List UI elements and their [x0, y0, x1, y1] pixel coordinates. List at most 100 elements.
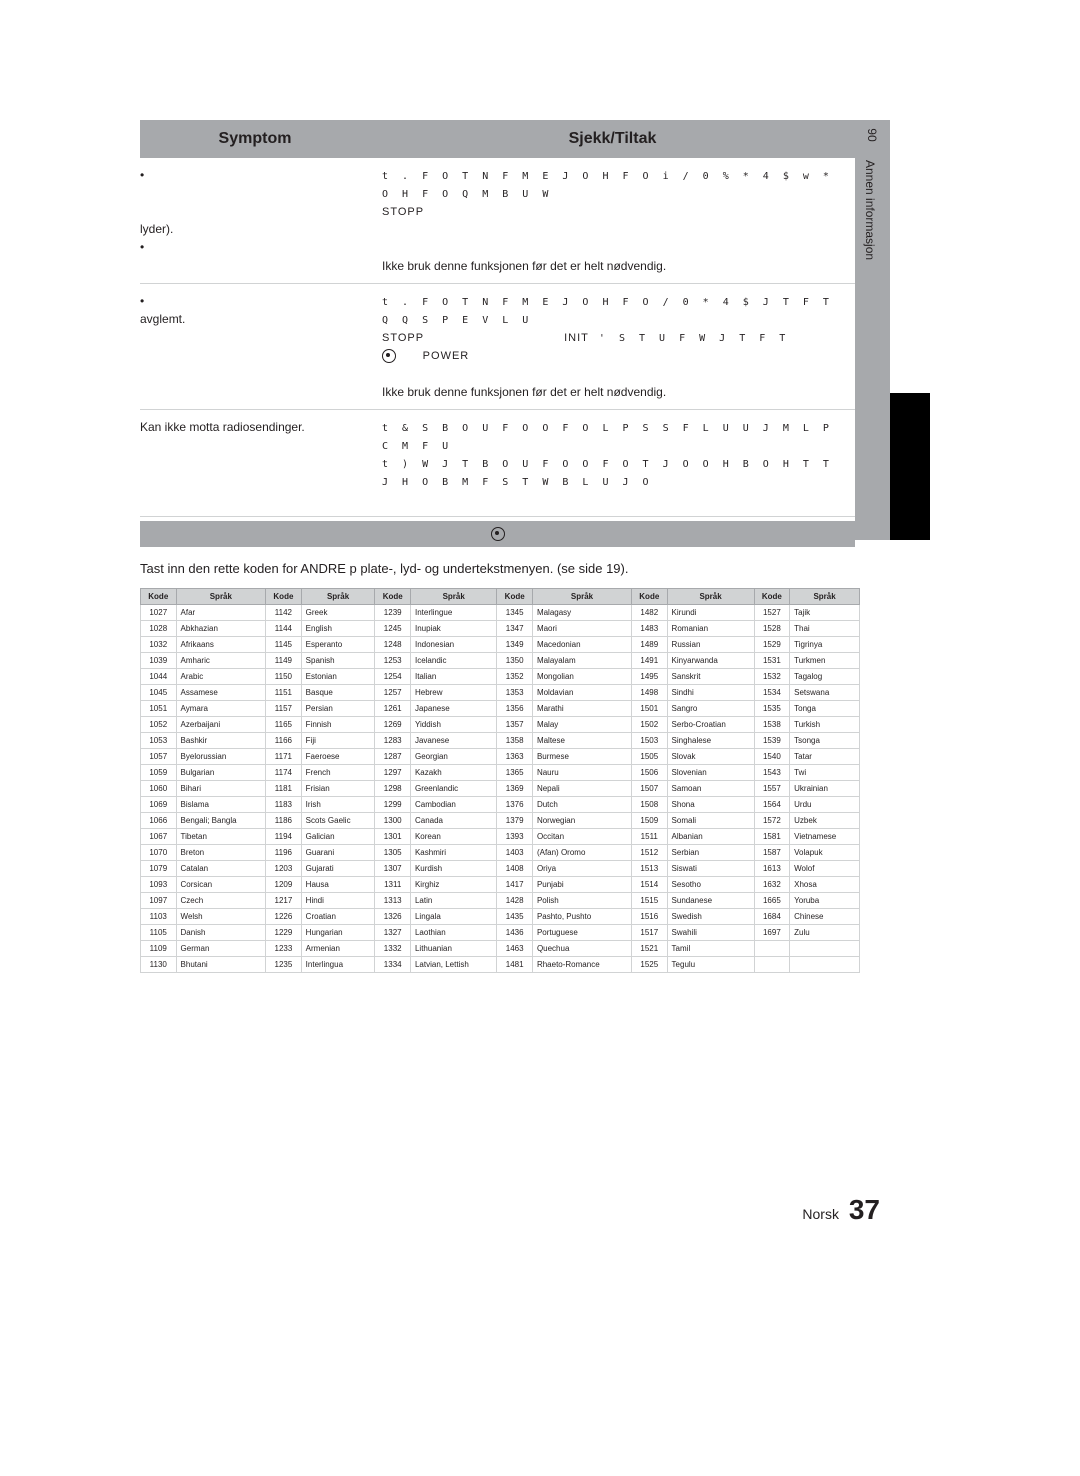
code-cell: 1313	[375, 893, 411, 909]
code-cell: 1408	[497, 861, 533, 877]
code-cell: 1311	[375, 877, 411, 893]
code-cell: 1261	[375, 701, 411, 717]
code-cell: 1334	[375, 957, 411, 973]
table-row: 1051Aymara1157Persian1261Japanese1356Mar…	[141, 701, 860, 717]
lang-cell: Ukrainian	[790, 781, 860, 797]
table-row: 1069Bislama1183Irish1299Cambodian1376Dut…	[141, 797, 860, 813]
lang-cell: Twi	[790, 765, 860, 781]
code-cell: 1070	[141, 845, 177, 861]
code-cell: 1157	[266, 701, 302, 717]
lang-cell: Kazakh	[410, 765, 496, 781]
symptom-text: lyder).	[140, 222, 173, 236]
code-cell: 1697	[754, 925, 790, 941]
table-row: 1130Bhutani1235Interlingua1334Latvian, L…	[141, 957, 860, 973]
table-row: 1066Bengali; Bangla1186Scots Gaelic1300C…	[141, 813, 860, 829]
code-cell: 1513	[632, 861, 668, 877]
code-cell: 1066	[141, 813, 177, 829]
code-cell: 1587	[754, 845, 790, 861]
lang-cell: Tagalog	[790, 669, 860, 685]
warning-text: Ikke bruk denne funksjonen før det er he…	[382, 385, 666, 399]
lang-cell: Serbo-Croatian	[667, 717, 754, 733]
code-cell: 1515	[632, 893, 668, 909]
code-cell: 1171	[266, 749, 302, 765]
code-cell: 1150	[266, 669, 302, 685]
code-cell: 1428	[497, 893, 533, 909]
hdr-code: Kode	[375, 589, 411, 605]
code-cell: 1229	[266, 925, 302, 941]
lang-cell: Burmese	[532, 749, 631, 765]
code-cell: 1543	[754, 765, 790, 781]
code-cell: 1532	[754, 669, 790, 685]
hdr-code: Kode	[632, 589, 668, 605]
lang-cell: Czech	[176, 893, 266, 909]
lang-cell: Basque	[301, 685, 375, 701]
lang-cell: Scots Gaelic	[301, 813, 375, 829]
table-row: 1109German1233Armenian1332Lithuanian1463…	[141, 941, 860, 957]
lang-cell: Siswati	[667, 861, 754, 877]
lang-cell: Tonga	[790, 701, 860, 717]
code-cell: 1613	[754, 861, 790, 877]
lang-cell: Interlingue	[410, 605, 496, 621]
code-cell: 1298	[375, 781, 411, 797]
code-cell: 1376	[497, 797, 533, 813]
code-cell: 1535	[754, 701, 790, 717]
lang-cell: Catalan	[176, 861, 266, 877]
lang-cell: Portuguese	[532, 925, 631, 941]
lang-cell: Bhutani	[176, 957, 266, 973]
lang-cell: Tajik	[790, 605, 860, 621]
lang-cell: Bihari	[176, 781, 266, 797]
code-cell: 1528	[754, 621, 790, 637]
bullet-icon: •	[140, 238, 154, 256]
code-cell: 1174	[266, 765, 302, 781]
code-cell: 1039	[141, 653, 177, 669]
lang-cell: Abkhazian	[176, 621, 266, 637]
lang-cell: Bulgarian	[176, 765, 266, 781]
lang-cell: Aymara	[176, 701, 266, 717]
code-cell: 1345	[497, 605, 533, 621]
lang-cell: Sesotho	[667, 877, 754, 893]
lang-cell: Romanian	[667, 621, 754, 637]
lang-cell: Danish	[176, 925, 266, 941]
lang-cell: Sindhi	[667, 685, 754, 701]
lang-cell: Nauru	[532, 765, 631, 781]
page-footer: Norsk 37	[802, 1194, 880, 1226]
code-cell: 1239	[375, 605, 411, 621]
code-cell: 1435	[497, 909, 533, 925]
code-cell: 1502	[632, 717, 668, 733]
code-cell: 1508	[632, 797, 668, 813]
lang-cell: Wolof	[790, 861, 860, 877]
code-cell: 1217	[266, 893, 302, 909]
lang-cell: French	[301, 765, 375, 781]
lang-cell: Indonesian	[410, 637, 496, 653]
garbled-text: t . F O T N F M E J O H F O / 0 * 4 $ J …	[382, 297, 833, 326]
lang-cell: Malayalam	[532, 653, 631, 669]
code-cell: 1353	[497, 685, 533, 701]
table-row: 1027Afar1142Greek1239Interlingue1345Mala…	[141, 605, 860, 621]
code-cell: 1327	[375, 925, 411, 941]
lang-cell: Punjabi	[532, 877, 631, 893]
note-heading	[140, 521, 855, 548]
lang-cell: Croatian	[301, 909, 375, 925]
lang-cell: English	[301, 621, 375, 637]
lang-cell: Nepali	[532, 781, 631, 797]
lang-cell: Hebrew	[410, 685, 496, 701]
lang-cell: Bengali; Bangla	[176, 813, 266, 829]
code-cell: 1363	[497, 749, 533, 765]
code-cell: 1245	[375, 621, 411, 637]
table-row: 1070Breton1196Guarani1305Kashmiri1403(Af…	[141, 845, 860, 861]
code-cell: 1105	[141, 925, 177, 941]
code-cell: 1489	[632, 637, 668, 653]
lang-cell: Italian	[410, 669, 496, 685]
code-cell: 1540	[754, 749, 790, 765]
table-row: • lyder). • t . F O T N F M E J O H F O …	[140, 158, 855, 284]
code-cell: 1067	[141, 829, 177, 845]
table-row: 1057Byelorussian1171Faeroese1287Georgian…	[141, 749, 860, 765]
lang-cell: Georgian	[410, 749, 496, 765]
code-cell: 1079	[141, 861, 177, 877]
lang-cell: Xhosa	[790, 877, 860, 893]
init-label: INIT	[564, 332, 589, 344]
code-cell: 1482	[632, 605, 668, 621]
page: 06 Annen informasjon Symptom Sjekk/Tilta…	[0, 0, 1080, 1476]
hdr-lang: Språk	[790, 589, 860, 605]
lang-cell: Javanese	[410, 733, 496, 749]
